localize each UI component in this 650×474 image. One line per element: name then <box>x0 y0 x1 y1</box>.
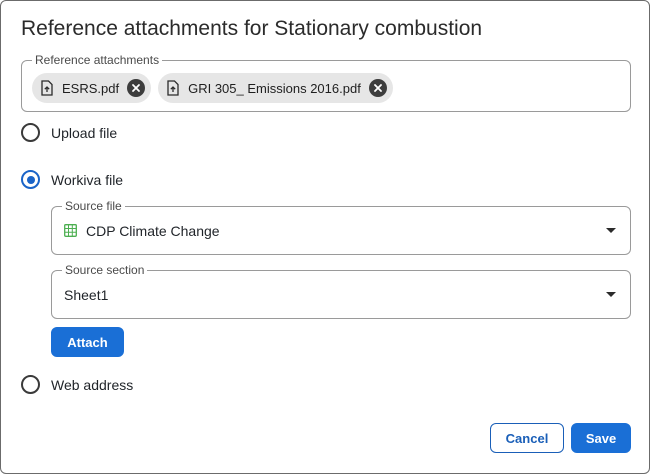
attachment-chip-label: GRI 305_ Emissions 2016.pdf <box>188 80 361 96</box>
attach-button[interactable]: Attach <box>51 327 124 357</box>
attachment-chip-label: ESRS.pdf <box>62 80 120 96</box>
reference-attachments-field: Reference attachments ESRS.pdf GRI 305_ … <box>21 53 631 112</box>
remove-attachment-icon[interactable] <box>127 79 146 97</box>
source-section-text: Sheet1 <box>64 286 109 303</box>
chevron-down-icon <box>606 292 616 297</box>
source-file-value: CDP Climate Change <box>64 207 220 254</box>
remove-attachment-icon[interactable] <box>368 79 387 97</box>
workiva-file-label: Workiva file <box>51 171 124 188</box>
web-address-label: Web address <box>51 376 134 393</box>
spreadsheet-icon <box>64 224 77 237</box>
attachment-chip[interactable]: GRI 305_ Emissions 2016.pdf <box>158 73 393 103</box>
reference-attachments-dialog: Reference attachments for Stationary com… <box>0 0 650 474</box>
source-file-text: CDP Climate Change <box>86 222 220 239</box>
upload-file-option[interactable]: Upload file <box>21 123 117 142</box>
upload-file-radio[interactable] <box>21 123 40 142</box>
cancel-button[interactable]: Cancel <box>490 423 564 453</box>
web-address-radio[interactable] <box>21 375 40 394</box>
workiva-file-radio[interactable] <box>21 170 40 189</box>
save-button[interactable]: Save <box>571 423 631 453</box>
web-address-option[interactable]: Web address <box>21 375 133 394</box>
attachment-chip-list: ESRS.pdf GRI 305_ Emissions 2016.pdf <box>32 73 393 103</box>
chevron-down-icon <box>606 228 616 233</box>
file-upload-icon <box>40 80 54 96</box>
source-file-select[interactable]: Source file CDP Climate Change <box>51 199 631 255</box>
dialog-title: Reference attachments for Stationary com… <box>21 17 483 40</box>
upload-file-label: Upload file <box>51 124 118 141</box>
source-section-value: Sheet1 <box>64 271 108 318</box>
attachment-chip[interactable]: ESRS.pdf <box>32 73 152 103</box>
source-section-select[interactable]: Source section Sheet1 <box>51 263 631 319</box>
workiva-file-option[interactable]: Workiva file <box>21 170 123 189</box>
reference-attachments-label: Reference attachments <box>32 53 163 67</box>
file-upload-icon <box>166 80 180 96</box>
